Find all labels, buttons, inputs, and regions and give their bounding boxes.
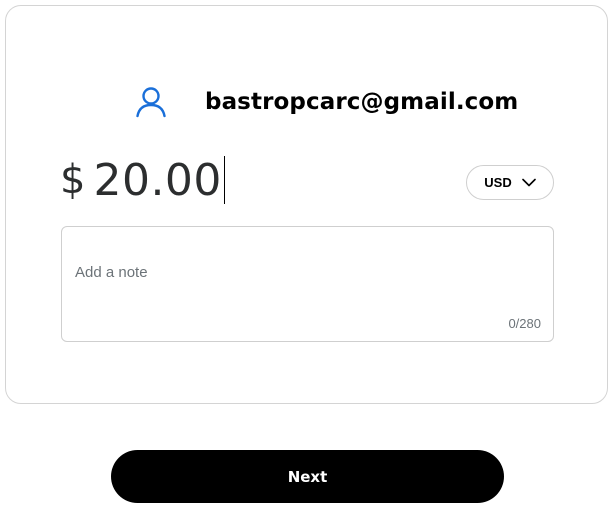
user-icon bbox=[135, 86, 167, 118]
note-field[interactable]: Add a note 0/280 bbox=[61, 226, 554, 342]
next-button[interactable]: Next bbox=[111, 450, 504, 503]
note-placeholder: Add a note bbox=[75, 264, 148, 281]
amount-value[interactable]: 20.00 bbox=[93, 155, 221, 206]
currency-code: USD bbox=[484, 175, 512, 190]
recipient-row: bastropcarc@gmail.com bbox=[135, 82, 518, 122]
chevron-down-icon bbox=[521, 174, 536, 192]
recipient-email: bastropcarc@gmail.com bbox=[205, 89, 519, 115]
currency-select[interactable]: USD bbox=[466, 165, 554, 200]
currency-symbol: $ bbox=[60, 157, 86, 203]
text-caret bbox=[223, 156, 225, 204]
note-character-counter: 0/280 bbox=[508, 316, 541, 331]
amount-input[interactable]: $ 20.00 bbox=[60, 150, 225, 210]
